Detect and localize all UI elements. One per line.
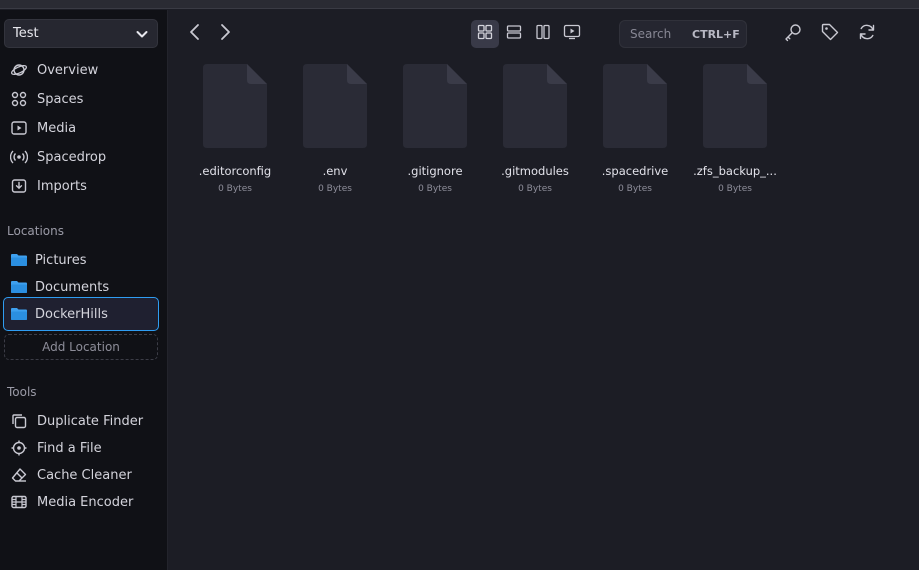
key-manager-button[interactable]: [781, 22, 805, 46]
grid-icon: [477, 24, 493, 44]
planet-icon: [10, 61, 28, 79]
search-input[interactable]: [630, 27, 692, 41]
window-title-bar: [0, 0, 919, 9]
search-shortcut-hint: CTRL+F: [692, 27, 740, 41]
nav-item-overview[interactable]: Overview: [10, 59, 98, 81]
refresh-button[interactable]: [855, 22, 879, 46]
list-view-button[interactable]: [500, 20, 528, 48]
file-item[interactable]: .editorconfig 0 Bytes: [168, 64, 271, 199]
crosshair-icon: [10, 439, 28, 457]
folder-icon: [10, 280, 28, 294]
columns-view-button[interactable]: [529, 20, 557, 48]
file-name: .zfs_backup_...: [693, 164, 777, 178]
search-box: CTRL+F: [619, 20, 747, 48]
location-label: DockerHills: [35, 306, 108, 322]
location-item-pictures[interactable]: Pictures: [10, 249, 86, 271]
file-item[interactable]: .spacedrive 0 Bytes: [568, 64, 668, 199]
file-document-icon: [303, 64, 367, 148]
folder-icon: [10, 307, 28, 321]
nav-item-label: Spaces: [37, 91, 84, 107]
tool-item-media-encoder[interactable]: Media Encoder: [10, 491, 133, 513]
tool-item-duplicate-finder[interactable]: Duplicate Finder: [10, 410, 143, 432]
import-icon: [10, 177, 28, 195]
copy-icon: [10, 412, 28, 430]
file-item[interactable]: .gitignore 0 Bytes: [368, 64, 467, 199]
folder-icon: [10, 253, 28, 267]
view-mode-group: [470, 20, 590, 48]
library-name: Test: [13, 26, 39, 41]
file-item[interactable]: .env 0 Bytes: [268, 64, 367, 199]
nav-item-imports[interactable]: Imports: [10, 175, 87, 197]
location-label: Pictures: [35, 252, 87, 268]
media-view-button[interactable]: [558, 20, 586, 48]
nav-item-label: Overview: [37, 62, 99, 78]
tool-label: Media Encoder: [37, 494, 134, 510]
nav-item-label: Media: [37, 120, 77, 136]
media-icon: [10, 119, 28, 137]
nav-item-label: Spacedrop: [37, 149, 107, 165]
file-item[interactable]: .gitmodules 0 Bytes: [468, 64, 569, 199]
film-icon: [10, 493, 28, 511]
spaces-icon: [10, 90, 28, 108]
forward-button[interactable]: [214, 22, 236, 46]
tool-label: Find a File: [37, 440, 102, 456]
eraser-icon: [10, 466, 28, 484]
library-selector[interactable]: Test: [4, 19, 158, 48]
file-document-icon: [703, 64, 767, 148]
tool-item-cache-cleaner[interactable]: Cache Cleaner: [10, 464, 132, 486]
tags-button[interactable]: [818, 22, 842, 46]
tool-label: Duplicate Finder: [37, 413, 144, 429]
tools-heading: Tools: [7, 385, 37, 399]
nav-item-spacedrop[interactable]: Spacedrop: [10, 146, 106, 168]
refresh-icon: [857, 22, 877, 46]
chevron-down-icon: [135, 27, 149, 41]
file-document-icon: [603, 64, 667, 148]
file-document-icon: [403, 64, 467, 148]
nav-item-media[interactable]: Media: [10, 117, 76, 139]
location-item-documents[interactable]: Documents: [10, 276, 109, 298]
nav-item-spaces[interactable]: Spaces: [10, 88, 83, 110]
locations-heading: Locations: [7, 224, 65, 238]
tool-item-find-a-file[interactable]: Find a File: [10, 437, 102, 459]
columns-icon: [535, 24, 551, 44]
file-item[interactable]: .zfs_backup_... 0 Bytes: [668, 64, 777, 199]
add-location-button[interactable]: Add Location: [4, 334, 158, 360]
location-item-dockerhills[interactable]: DockerHills: [10, 303, 108, 325]
sidebar: Test Overview Spaces Media Spacedrop Imp…: [0, 10, 168, 570]
back-button[interactable]: [184, 22, 206, 46]
file-size: 0 Bytes: [718, 184, 752, 194]
play-screen-icon: [563, 24, 581, 44]
rows-icon: [506, 24, 522, 44]
chevron-right-icon: [218, 23, 232, 45]
broadcast-icon: [10, 148, 28, 166]
location-label: Documents: [35, 279, 110, 295]
file-document-icon: [203, 64, 267, 148]
tool-label: Cache Cleaner: [37, 467, 132, 483]
tag-icon: [820, 22, 840, 46]
grid-view-button[interactable]: [471, 20, 499, 48]
key-icon: [783, 22, 803, 46]
nav-item-label: Imports: [37, 178, 87, 194]
chevron-left-icon: [188, 23, 202, 45]
file-document-icon: [503, 64, 567, 148]
